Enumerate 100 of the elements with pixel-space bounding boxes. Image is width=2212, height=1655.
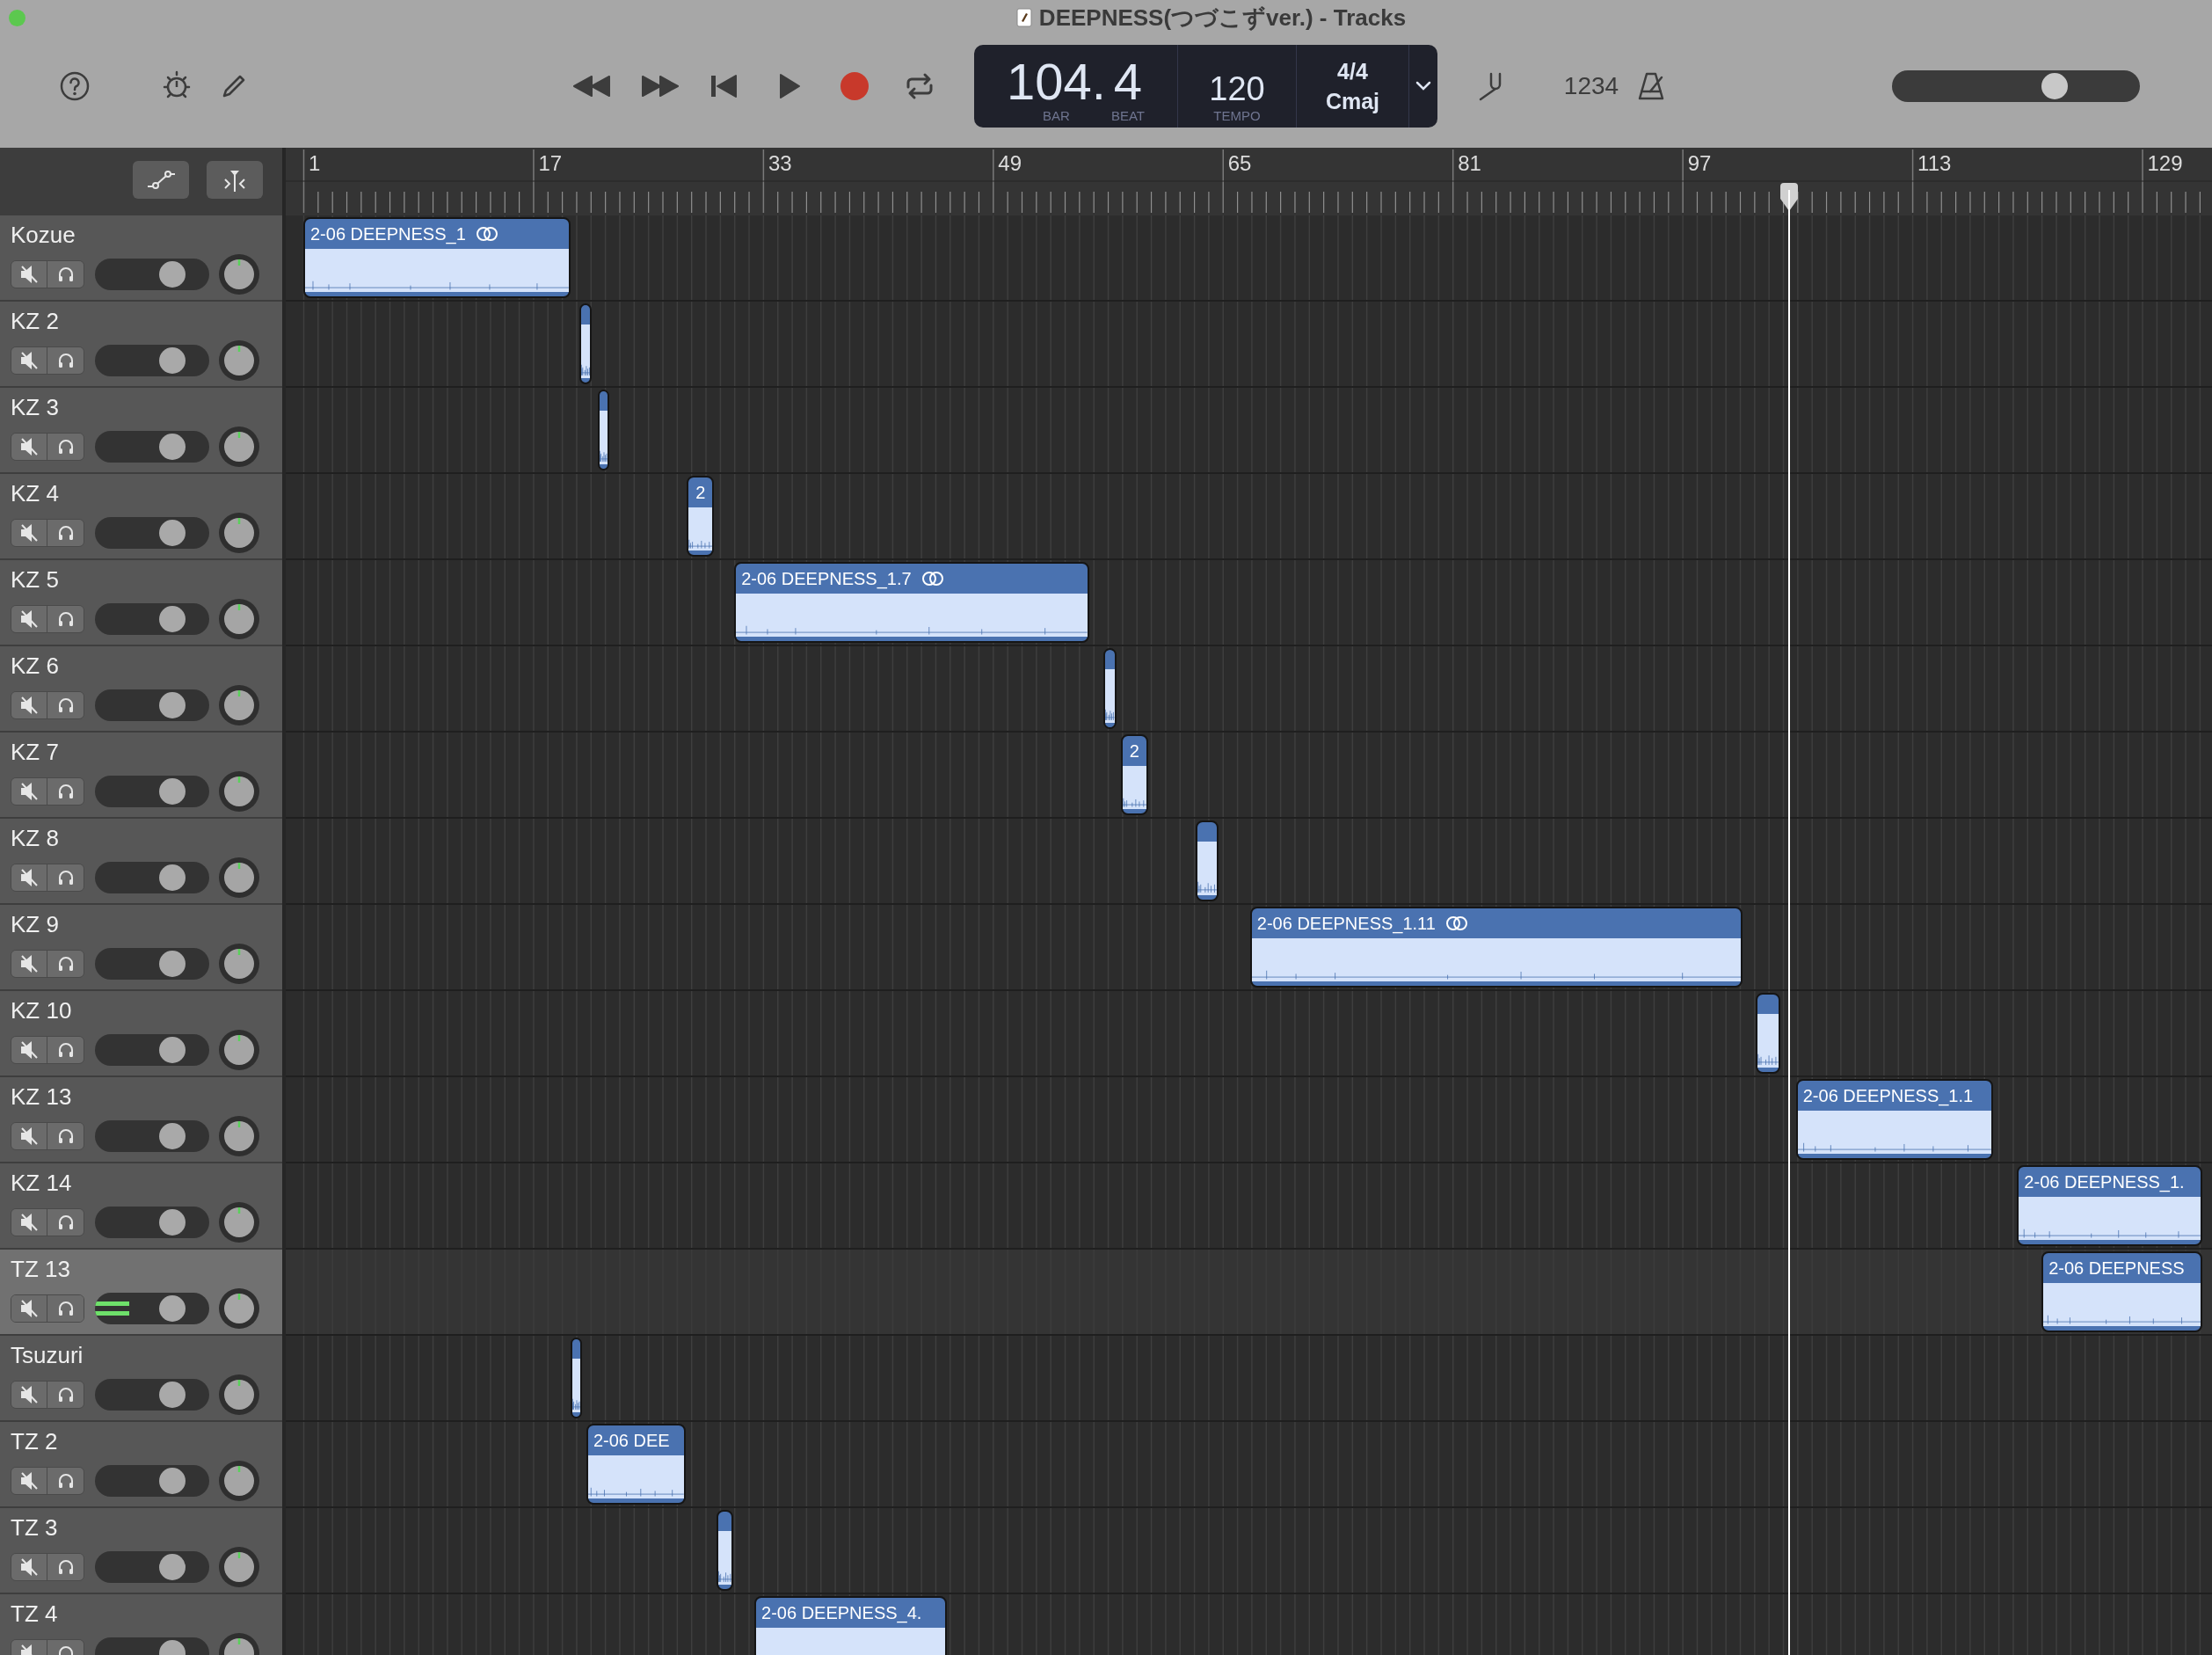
slider-thumb[interactable]	[158, 347, 186, 374]
pan-knob[interactable]	[218, 684, 260, 726]
audio-region[interactable]	[597, 390, 610, 470]
volume-slider[interactable]	[95, 1465, 209, 1497]
solo-button[interactable]	[47, 1037, 84, 1063]
volume-slider[interactable]	[95, 1551, 209, 1583]
slider-thumb[interactable]	[158, 1468, 186, 1494]
solo-button[interactable]	[47, 347, 84, 374]
solo-button[interactable]	[47, 778, 84, 805]
slider-thumb[interactable]	[158, 692, 186, 718]
mute-button[interactable]	[11, 864, 47, 891]
solo-button[interactable]	[47, 864, 84, 891]
slider-thumb[interactable]	[158, 1382, 186, 1408]
mute-button[interactable]	[11, 692, 47, 718]
pan-knob[interactable]	[218, 339, 260, 382]
mute-button[interactable]	[11, 434, 47, 460]
master-volume-slider[interactable]	[1892, 70, 2140, 102]
audio-region[interactable]: 2-06 DEEPNESS_4.	[754, 1596, 947, 1655]
mute-button[interactable]	[11, 1468, 47, 1494]
pan-knob[interactable]	[218, 512, 260, 554]
audio-region[interactable]: 2-06 DEE	[586, 1424, 686, 1505]
solo-button[interactable]	[47, 1468, 84, 1494]
volume-slider[interactable]	[95, 1120, 209, 1152]
pan-knob[interactable]	[218, 1029, 260, 1071]
mute-button[interactable]	[11, 1382, 47, 1408]
pan-knob[interactable]	[218, 857, 260, 899]
audio-region[interactable]	[1103, 648, 1117, 729]
solo-button[interactable]	[47, 1382, 84, 1408]
slider-thumb[interactable]	[158, 951, 186, 977]
slider-thumb[interactable]	[158, 1123, 186, 1149]
slider-thumb[interactable]	[158, 1037, 186, 1063]
bar-ruler[interactable]	[286, 148, 2212, 215]
slider-thumb[interactable]	[158, 606, 186, 632]
track-header[interactable]: TZ 13	[0, 1250, 282, 1336]
pan-knob[interactable]	[218, 1546, 260, 1588]
mute-button[interactable]	[11, 1554, 47, 1580]
solo-button[interactable]	[47, 1295, 84, 1322]
mute-button[interactable]	[11, 778, 47, 805]
solo-button[interactable]	[47, 1554, 84, 1580]
audio-region[interactable]	[570, 1338, 582, 1418]
volume-slider[interactable]	[95, 431, 209, 463]
solo-button[interactable]	[47, 520, 84, 546]
slider-thumb[interactable]	[2041, 73, 2069, 99]
pan-knob[interactable]	[218, 943, 260, 985]
pan-knob[interactable]	[218, 1115, 260, 1157]
audio-region[interactable]: 2-06 DEEPNESS_1.	[2017, 1165, 2203, 1246]
mute-button[interactable]	[11, 1123, 47, 1149]
mute-button[interactable]	[11, 1037, 47, 1063]
pan-knob[interactable]	[218, 1374, 260, 1416]
audio-region[interactable]: 2	[687, 476, 715, 557]
volume-slider[interactable]	[95, 345, 209, 376]
solo-button[interactable]	[47, 606, 84, 632]
catch-playhead-button[interactable]	[207, 161, 263, 199]
slider-thumb[interactable]	[158, 1209, 186, 1236]
volume-slider[interactable]	[95, 603, 209, 635]
volume-slider[interactable]	[95, 862, 209, 893]
audio-region[interactable]: 2-06 DEEPNESS_1	[303, 217, 571, 298]
solo-button[interactable]	[47, 692, 84, 718]
slider-thumb[interactable]	[158, 1554, 186, 1580]
slider-thumb[interactable]	[158, 778, 186, 805]
audio-region[interactable]: 2-06 DEEPNESS	[2041, 1251, 2203, 1332]
pan-knob[interactable]	[218, 1201, 260, 1243]
mute-button[interactable]	[11, 951, 47, 977]
mute-button[interactable]	[11, 1209, 47, 1236]
slider-thumb[interactable]	[158, 520, 186, 546]
slider-thumb[interactable]	[158, 261, 186, 288]
pan-knob[interactable]	[218, 426, 260, 468]
volume-slider[interactable]	[95, 517, 209, 549]
solo-button[interactable]	[47, 1209, 84, 1236]
solo-button[interactable]	[47, 434, 84, 460]
audio-region[interactable]: 2-06 DEEPNESS_1.11	[1249, 907, 1743, 988]
mute-button[interactable]	[11, 261, 47, 288]
slider-thumb[interactable]	[158, 434, 186, 460]
audio-region[interactable]	[578, 303, 593, 384]
mute-button[interactable]	[11, 606, 47, 632]
pan-knob[interactable]	[218, 1460, 260, 1502]
audio-region[interactable]	[716, 1510, 734, 1591]
solo-button[interactable]	[47, 261, 84, 288]
count-in-button[interactable]: 1234	[1565, 67, 1618, 106]
mute-button[interactable]	[11, 1295, 47, 1322]
volume-slider[interactable]	[95, 1207, 209, 1238]
volume-slider[interactable]	[95, 1034, 209, 1066]
pan-knob[interactable]	[218, 253, 260, 295]
solo-button[interactable]	[47, 951, 84, 977]
volume-slider[interactable]	[95, 776, 209, 807]
audio-region[interactable]	[1755, 993, 1780, 1074]
playhead[interactable]	[1778, 183, 1800, 1655]
audio-region[interactable]	[1195, 820, 1219, 901]
audio-region[interactable]: 2-06 DEEPNESS_1.7	[734, 562, 1089, 643]
audio-region[interactable]: 2	[1120, 734, 1148, 815]
volume-slider[interactable]	[95, 259, 209, 290]
slider-thumb[interactable]	[158, 1295, 186, 1322]
pan-knob[interactable]	[218, 770, 260, 813]
volume-slider[interactable]	[95, 1293, 209, 1324]
mute-button[interactable]	[11, 347, 47, 374]
volume-slider[interactable]	[95, 1379, 209, 1411]
audio-region[interactable]: 2-06 DEEPNESS_1.1	[1795, 1079, 1993, 1160]
pan-knob[interactable]	[218, 1287, 260, 1330]
volume-slider[interactable]	[95, 948, 209, 980]
slider-thumb[interactable]	[158, 864, 186, 891]
